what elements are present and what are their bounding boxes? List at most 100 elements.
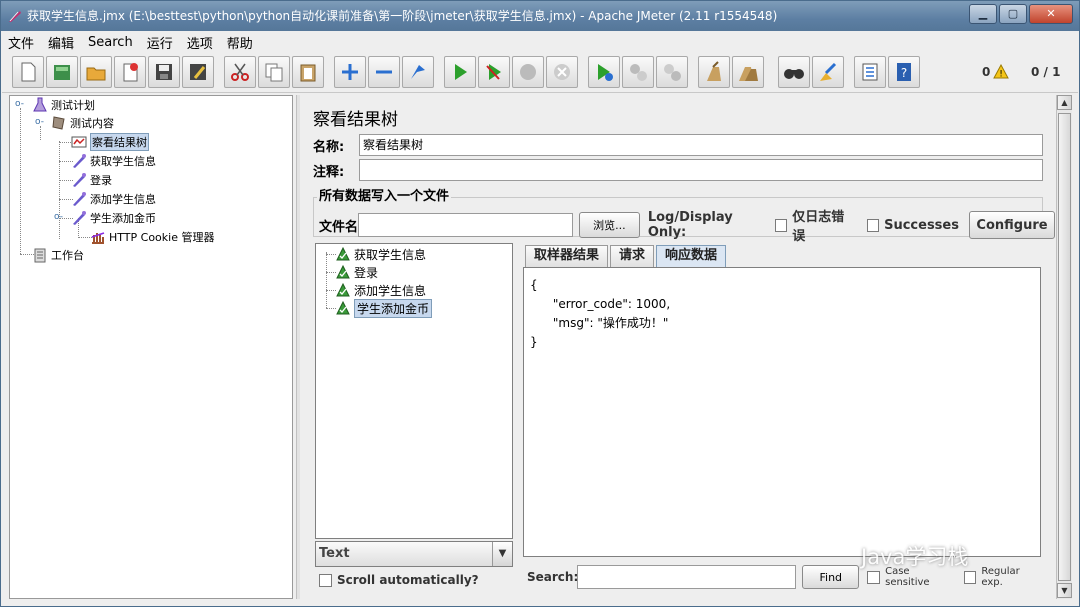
clear-all-button[interactable]	[732, 56, 764, 88]
collapse-toggle[interactable]: o-	[15, 100, 24, 109]
clear-all-icon	[739, 67, 758, 81]
scrollbar-thumb[interactable]	[1058, 113, 1071, 581]
results-list: 获取学生信息 登录 添加学生信息 学生添加金币	[315, 243, 513, 539]
clear-button[interactable]	[698, 56, 730, 88]
result-item[interactable]: 登录	[336, 263, 378, 281]
case-sensitive-checkbox[interactable]	[867, 570, 881, 584]
view-results-tree-panel: 察看结果树 名称: 察看结果树 注释: 所有数据写入一个文件 文件名 浏览...…	[303, 95, 1055, 599]
tab-sampler-result[interactable]: 取样器结果	[525, 245, 609, 267]
renderer-select[interactable]: Text ▼	[315, 541, 513, 567]
stop-button[interactable]	[512, 56, 544, 88]
scroll-auto-checkbox[interactable]	[319, 573, 332, 587]
scroll-auto-label: Scroll automatically?	[337, 573, 479, 587]
chevron-down-icon[interactable]: ▼	[492, 542, 512, 566]
result-item-selected[interactable]: 学生添加金币	[336, 298, 433, 318]
save-as-button[interactable]	[182, 56, 214, 88]
tree-item-cookie-manager[interactable]: HTTP Cookie 管理器	[90, 228, 214, 246]
successes-checkbox[interactable]	[866, 218, 880, 232]
save-button[interactable]	[148, 56, 180, 88]
filename-field[interactable]	[358, 213, 573, 237]
scroll-up-icon[interactable]: ▲	[1057, 95, 1072, 110]
name-label: 名称:	[313, 139, 345, 155]
remote-start-button[interactable]	[588, 56, 620, 88]
help-button[interactable]: ?	[888, 56, 920, 88]
sampler-icon	[73, 154, 86, 168]
tree-item-thread-group[interactable]: 测试内容	[51, 114, 114, 132]
open-button[interactable]	[80, 56, 112, 88]
minimize-button[interactable]: ▁	[969, 4, 997, 24]
tab-request[interactable]: 请求	[610, 245, 655, 267]
remote-start-icon	[598, 64, 613, 81]
scroll-down-icon[interactable]: ▼	[1057, 583, 1072, 598]
close-file-icon	[123, 63, 138, 82]
tree-item-test-plan[interactable]: 测试计划	[32, 96, 95, 114]
cut-icon	[231, 63, 249, 81]
sampler-icon	[73, 192, 86, 206]
success-triangle-icon	[336, 247, 350, 261]
comment-field[interactable]	[359, 159, 1043, 181]
reset-search-button[interactable]	[812, 56, 844, 88]
warning-icon[interactable]: !	[993, 64, 1009, 79]
collapse-all-button[interactable]	[368, 56, 400, 88]
tab-response-data[interactable]: 响应数据	[656, 245, 727, 267]
response-body[interactable]: { "error_code": 1000, "msg": "操作成功！" }	[530, 276, 670, 352]
function-helper-icon	[862, 63, 878, 81]
thread-group-icon	[52, 116, 65, 130]
remote-shutdown-button[interactable]	[656, 56, 688, 88]
tree-item-workbench[interactable]: 工作台	[32, 246, 84, 264]
menu-bar: 文件 编辑 Search 运行 选项 帮助	[2, 31, 1078, 53]
regex-checkbox[interactable]	[963, 570, 977, 584]
remote-stop-button[interactable]	[622, 56, 654, 88]
collapse-toggle[interactable]: o-	[54, 213, 63, 222]
new-button[interactable]	[12, 56, 44, 88]
find-button[interactable]: Find	[802, 565, 860, 589]
toolbar: ? 0 ! 0 / 1	[2, 53, 1078, 93]
name-field[interactable]: 察看结果树	[359, 134, 1043, 156]
collapse-toggle[interactable]: o-	[35, 118, 44, 127]
menu-search[interactable]: Search	[88, 35, 133, 50]
sampler-icon	[73, 173, 86, 187]
browse-button[interactable]: 浏览...	[578, 212, 640, 238]
copy-button[interactable]	[258, 56, 290, 88]
result-item[interactable]: 添加学生信息	[336, 281, 426, 299]
filename-label: 文件名	[319, 219, 359, 235]
start-button[interactable]	[444, 56, 476, 88]
menu-options[interactable]: 选项	[187, 33, 213, 52]
paste-button[interactable]	[292, 56, 324, 88]
shutdown-button[interactable]	[546, 56, 578, 88]
menu-file[interactable]: 文件	[8, 33, 34, 52]
tree-item-sampler[interactable]: 学生添加金币	[71, 209, 156, 227]
remote-stop-icon	[630, 64, 647, 81]
menu-run[interactable]: 运行	[147, 33, 173, 52]
errors-checkbox[interactable]	[774, 218, 788, 232]
tree-item-sampler[interactable]: 登录	[71, 171, 112, 189]
response-data-pane: { "error_code": 1000, "msg": "操作成功！" }	[523, 267, 1041, 557]
maximize-button[interactable]: ▢	[999, 4, 1027, 24]
regex-label: Regular exp.	[981, 566, 1020, 588]
result-item[interactable]: 获取学生信息	[336, 245, 426, 263]
function-helper-button[interactable]	[854, 56, 886, 88]
search-input[interactable]	[577, 565, 797, 589]
start-no-pause-button[interactable]	[478, 56, 510, 88]
success-triangle-icon	[336, 265, 350, 279]
vertical-scrollbar[interactable]: ▲ ▼	[1056, 95, 1072, 599]
tree-item-sampler[interactable]: 获取学生信息	[71, 152, 156, 170]
reset-search-icon	[820, 62, 837, 81]
configure-button[interactable]: Configure	[968, 211, 1055, 239]
tree-item-sampler[interactable]: 添加学生信息	[71, 190, 156, 208]
menu-edit[interactable]: 编辑	[48, 33, 74, 52]
templates-icon	[54, 65, 70, 80]
expand-all-button[interactable]	[334, 56, 366, 88]
close-button[interactable]: ✕	[1029, 4, 1073, 24]
close-file-button[interactable]	[114, 56, 146, 88]
search-button[interactable]	[778, 56, 810, 88]
tree-item-view-results-tree[interactable]: 察看结果树	[71, 133, 149, 151]
cut-button[interactable]	[224, 56, 256, 88]
toggle-button[interactable]	[402, 56, 434, 88]
new-icon	[21, 62, 36, 82]
split-divider[interactable]	[296, 95, 300, 599]
remote-shutdown-icon	[664, 64, 681, 81]
templates-button[interactable]	[46, 56, 78, 88]
menu-help[interactable]: 帮助	[227, 33, 253, 52]
sampler-icon	[73, 211, 86, 225]
